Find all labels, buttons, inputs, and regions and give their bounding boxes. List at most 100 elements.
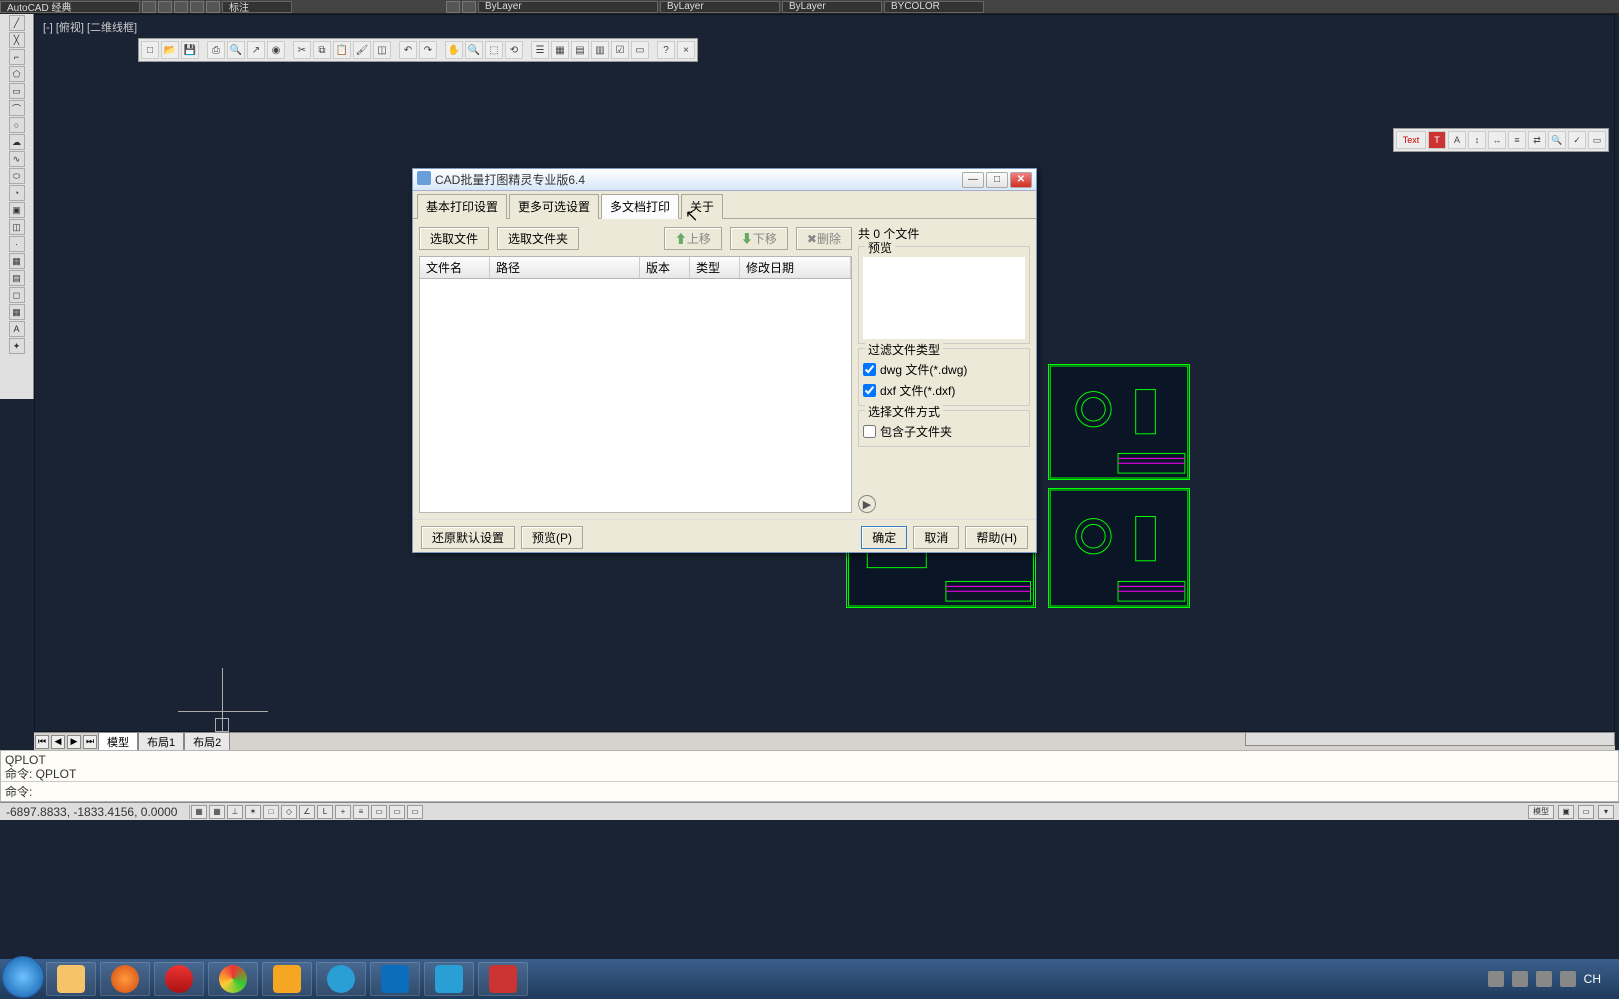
status-icon[interactable]: ▭ [1578,805,1594,819]
sc-toggle[interactable]: ▭ [407,805,423,819]
layer-linetype-combo[interactable]: ByLayer [660,1,780,13]
point-tool[interactable]: · [9,236,25,252]
model-paper-toggle[interactable]: 模型 [1528,805,1554,819]
match-prop-icon[interactable]: 🖌 [353,41,371,59]
line-tool[interactable]: ╱ [9,15,25,31]
layout-tab-1[interactable]: 布局1 [138,732,184,752]
delete-button[interactable]: ✖删除 [796,227,852,250]
tray-icon[interactable] [1536,971,1552,987]
sheet-set-icon[interactable]: ▥ [591,41,609,59]
3ddwf-icon[interactable]: ◉ [267,41,285,59]
circle-tool[interactable]: ○ [9,117,25,133]
preview-button[interactable]: 预览(P) [521,526,583,549]
toolbar-icon[interactable] [462,1,476,13]
annotation-combo[interactable]: 标注 [222,1,292,13]
find-icon[interactable]: 🔍 [1548,131,1566,149]
minimize-button[interactable]: — [962,172,984,188]
ime-indicator[interactable]: CH [1584,972,1601,986]
arc-tool[interactable]: ⌒ [9,100,25,116]
quickcalc-icon[interactable]: ▭ [631,41,649,59]
tab-nav-last-icon[interactable]: ⏭ [83,735,97,749]
cut-icon[interactable]: ✂ [293,41,311,59]
copy-icon[interactable]: ⧉ [313,41,331,59]
expand-arrow-button[interactable]: ▶ [858,495,876,513]
pan-icon[interactable]: ✋ [445,41,463,59]
lwt-toggle[interactable]: ≡ [353,805,369,819]
rectangle-tool[interactable]: ▭ [9,83,25,99]
coordinates-readout[interactable]: -6897.8833, -1833.4156, 0.0000 [0,805,190,819]
checkbox-subfolder[interactable]: 包含子文件夹 [863,421,1025,442]
col-filename[interactable]: 文件名 [420,257,490,278]
text-label-icon[interactable]: Text [1396,131,1426,149]
ok-button[interactable]: 确定 [861,526,907,549]
tab-basic-print[interactable]: 基本打印设置 [417,194,507,219]
polyline-tool[interactable]: ⌐ [9,49,25,65]
lineweight-combo[interactable]: ByLayer [782,1,882,13]
taskbar-firefox[interactable] [100,962,150,996]
select-file-button[interactable]: 选取文件 [419,227,489,250]
taskbar-app[interactable] [370,962,420,996]
close-button[interactable]: ✕ [1010,172,1032,188]
ortho-toggle[interactable]: ⊥ [227,805,243,819]
workspace-combo[interactable]: AutoCAD 经典 [0,1,140,13]
otrack-toggle[interactable]: ∠ [299,805,315,819]
addlight-tool[interactable]: ✦ [9,338,25,354]
cancel-button[interactable]: 取消 [913,526,959,549]
file-list-body[interactable] [419,279,852,513]
text-field-icon[interactable]: ▭ [1588,131,1606,149]
tab-nav-first-icon[interactable]: ⏮ [35,735,49,749]
design-center-icon[interactable]: ▦ [551,41,569,59]
help-button[interactable]: 帮助(H) [965,526,1028,549]
tab-more-options[interactable]: 更多可选设置 [509,194,599,219]
gradient-tool[interactable]: ▤ [9,270,25,286]
text-tool-icon[interactable]: T [1428,131,1446,149]
3dosnap-toggle[interactable]: ◇ [281,805,297,819]
tray-icon[interactable] [1488,971,1504,987]
properties-icon[interactable]: ☰ [531,41,549,59]
block-editor-icon[interactable]: ◫ [373,41,391,59]
hatch-tool[interactable]: ▦ [9,253,25,269]
checkbox-dwg[interactable]: dwg 文件(*.dwg) [863,359,1025,380]
checkbox-dxf[interactable]: dxf 文件(*.dxf) [863,380,1025,401]
redo-icon[interactable]: ↷ [419,41,437,59]
col-version[interactable]: 版本 [640,257,690,278]
text-justify-icon[interactable]: ≡ [1508,131,1526,149]
polygon-tool[interactable]: ⬠ [9,66,25,82]
toolbar-icon[interactable] [158,1,172,13]
preview-icon[interactable]: 🔍 [227,41,245,59]
qp-toggle[interactable]: ▭ [389,805,405,819]
taskbar-ccleaner[interactable] [154,962,204,996]
toolbar-icon[interactable] [446,1,460,13]
mtext-tool[interactable]: A [9,321,25,337]
markup-icon[interactable]: ☑ [611,41,629,59]
layout-tab-model[interactable]: 模型 [98,732,138,752]
table-tool[interactable]: ▦ [9,304,25,320]
status-icon[interactable]: ▣ [1558,805,1574,819]
ducs-toggle[interactable]: L [317,805,333,819]
snap-toggle[interactable]: ▦ [191,805,207,819]
insert-block-tool[interactable]: ▣ [9,202,25,218]
move-up-button[interactable]: ⬆上移 [664,227,722,250]
plotstyle-combo[interactable]: BYCOLOR [884,1,984,13]
revision-cloud-tool[interactable]: ☁ [9,134,25,150]
tray-icon[interactable] [1560,971,1576,987]
tab-nav-next-icon[interactable]: ▶ [67,735,81,749]
zoom-window-icon[interactable]: ⬚ [485,41,503,59]
ellipse-arc-tool[interactable]: ◔ [9,185,25,201]
col-modified[interactable]: 修改日期 [740,257,851,278]
new-icon[interactable]: □ [141,41,159,59]
horizontal-scrollbar[interactable] [1245,732,1615,746]
move-down-button[interactable]: ⬇下移 [730,227,788,250]
dialog-titlebar[interactable]: CAD批量打图精灵专业版6.4 — □ ✕ [413,169,1036,191]
dyn-toggle[interactable]: + [335,805,351,819]
checkbox-subfolder-input[interactable] [863,425,876,438]
ellipse-tool[interactable]: ⬭ [9,168,25,184]
select-folder-button[interactable]: 选取文件夹 [497,227,579,250]
toolbar-icon[interactable] [142,1,156,13]
taskbar-explorer[interactable] [46,962,96,996]
checkbox-dxf-input[interactable] [863,384,876,397]
toolbar-icon[interactable] [174,1,188,13]
checkbox-dwg-input[interactable] [863,363,876,376]
make-block-tool[interactable]: ◫ [9,219,25,235]
taskbar-app[interactable] [316,962,366,996]
